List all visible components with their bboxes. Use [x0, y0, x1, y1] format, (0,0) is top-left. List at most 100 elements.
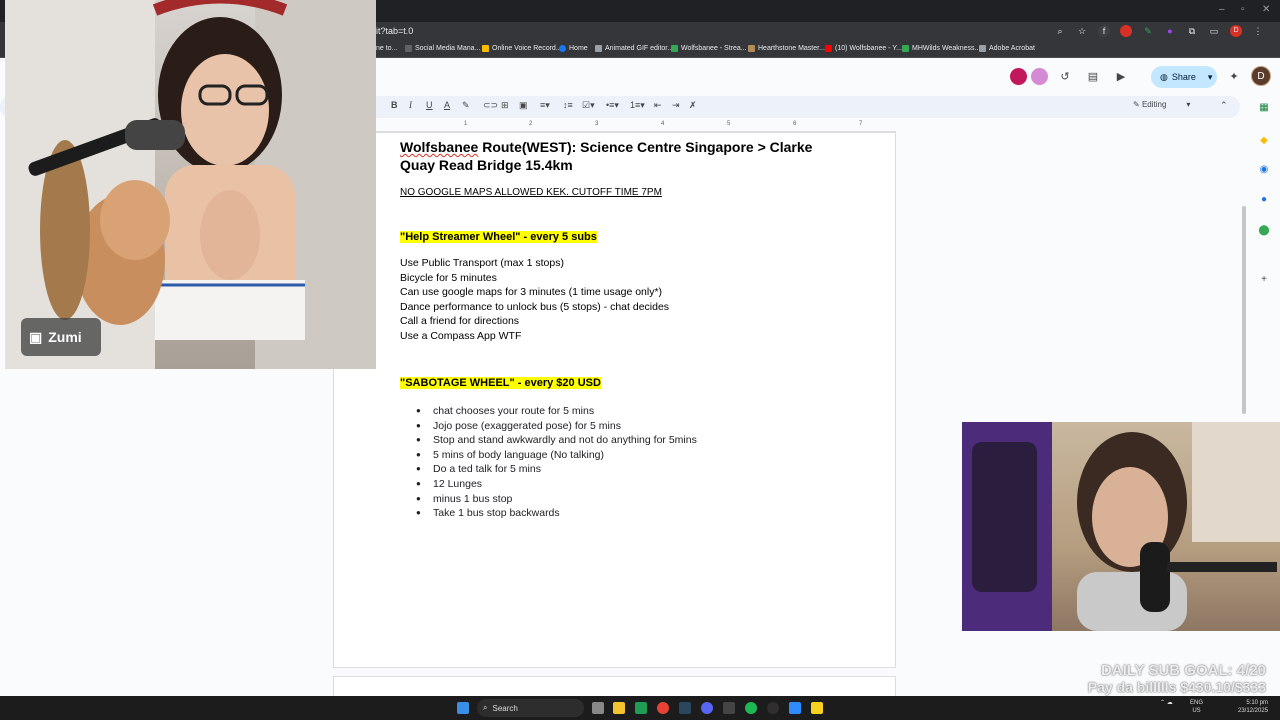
insert-image-icon[interactable]: ▣ [519, 100, 528, 111]
doc-title-line2: Quay Read Bridge 15.4km [400, 157, 573, 173]
sidebar-icon[interactable]: ▭ [1208, 25, 1220, 37]
steam-icon[interactable] [679, 702, 691, 714]
list-item: Take 1 bus stop backwards [416, 506, 697, 521]
discord-icon[interactable] [701, 702, 713, 714]
sticky-notes-icon[interactable] [811, 702, 823, 714]
title-word: Wolfsbanee [400, 139, 479, 155]
scrollbar[interactable] [1242, 206, 1246, 414]
clear-formatting-icon[interactable]: ✗ [689, 100, 697, 111]
help-option: Call a friend for directions [400, 315, 520, 327]
editing-mode-button[interactable]: ✎ Editing ▾ [1133, 100, 1190, 109]
extension-icon[interactable]: f [1098, 25, 1110, 37]
meet-icon[interactable]: ▶ [1114, 70, 1128, 84]
language-indicator[interactable]: ENG US [1190, 699, 1203, 715]
bulleted-list-icon[interactable]: •≡▾ [606, 100, 619, 111]
increase-indent-icon[interactable]: ⇥ [672, 100, 680, 111]
webcam-secondary [962, 422, 1280, 631]
maps-icon[interactable]: ⬤ [1258, 225, 1270, 237]
list-item: Stop and stand awkwardly and not do anyt… [416, 433, 697, 448]
webcam-secondary-scene [962, 422, 1280, 631]
help-wheel-heading-text: "Help Streamer Wheel" - every 5 subs [400, 231, 597, 243]
close-icon[interactable]: ✕ [1262, 4, 1270, 15]
taskbar-search[interactable]: ⌕ Search [477, 699, 584, 717]
obs-icon[interactable] [767, 702, 779, 714]
bookmark-item[interactable]: Animated GIF editor... [595, 45, 673, 52]
avatar[interactable]: D [1251, 66, 1271, 86]
help-wheel-heading: "Help Streamer Wheel" - every 5 subs [400, 227, 597, 245]
spotify-icon[interactable] [745, 702, 757, 714]
list-item: Jojo pose (exaggerated pose) for 5 mins [416, 419, 697, 434]
maximize-icon[interactable]: ▫ [1241, 4, 1245, 15]
taskbar-clock[interactable]: 5:10 pm 23/12/2025 [1238, 699, 1268, 715]
webcam-main-scene [5, 0, 376, 369]
sheets-icon[interactable]: ▦ [1258, 102, 1270, 114]
add-icon[interactable]: + [1258, 274, 1270, 286]
system-tray[interactable]: ⌃ ☁ [1160, 699, 1173, 706]
add-comment-icon[interactable]: ⊞ [501, 100, 509, 111]
chevron-down-icon: ▾ [1186, 100, 1191, 109]
bookmark-item[interactable]: (10) Wolfsbanee - Y... [825, 45, 902, 52]
url-text[interactable]: it?tab=t.0 [376, 26, 413, 36]
list-item: Do a ted talk for 5 mins [416, 462, 697, 477]
link-icon[interactable]: ⊂⊃ [483, 100, 498, 111]
webcam-main: ▣ Zumi [5, 0, 376, 369]
capcut-icon[interactable] [723, 702, 735, 714]
extension-icon[interactable] [1120, 25, 1132, 37]
bookmark-item[interactable]: Wolfsbanee - Strea... [671, 45, 747, 52]
align-icon[interactable]: ≡▾ [540, 100, 550, 111]
collaborator-avatar[interactable] [1031, 68, 1048, 85]
search-icon: ⌕ [483, 703, 488, 712]
bookmark-item[interactable]: Social Media Mana... [405, 45, 480, 52]
bookmark-item[interactable]: MHWilds Weakness... [902, 45, 980, 52]
ruler[interactable]: 1 2 3 4 5 6 7 [376, 120, 896, 132]
underline-icon[interactable]: U [426, 100, 433, 110]
bookmark-item[interactable]: Adobe Acrobat [979, 45, 1035, 52]
bookmark-item[interactable]: Hearthstone Master... [748, 45, 825, 52]
sabotage-wheel-heading-text: "SABOTAGE WHEEL" - every $20 USD [400, 377, 601, 389]
bold-icon[interactable]: B [391, 100, 398, 110]
chevron-up-icon[interactable]: ⌃ [1220, 100, 1228, 111]
document-page[interactable] [333, 132, 896, 668]
zoom-app-icon[interactable] [789, 702, 801, 714]
profile-icon[interactable]: D [1230, 25, 1242, 37]
star-icon[interactable]: ☆ [1076, 25, 1088, 37]
menu-icon[interactable]: ⋮ [1252, 25, 1264, 37]
history-icon[interactable]: ↺ [1058, 70, 1072, 84]
keep-icon[interactable]: ◆ [1258, 135, 1270, 147]
numbered-list-icon[interactable]: 1≡▾ [630, 100, 645, 111]
contacts-icon[interactable]: ● [1258, 194, 1270, 206]
line-spacing-icon[interactable]: ↕≡ [563, 100, 573, 110]
help-option: Use a Compass App WTF [400, 330, 522, 342]
text-color-icon[interactable]: A [444, 100, 450, 110]
ruler-number: 7 [859, 121, 863, 127]
bookmark-item[interactable]: ne to... [376, 45, 397, 52]
bookmark-item[interactable]: Home [559, 45, 588, 52]
file-explorer-icon[interactable] [613, 702, 625, 714]
highlight-icon[interactable]: ✎ [462, 100, 470, 111]
clock-date: 23/12/2025 [1238, 708, 1269, 714]
ruler-number: 2 [529, 121, 533, 127]
tasks-icon[interactable]: ◉ [1258, 164, 1270, 176]
sheets-app-icon[interactable] [635, 702, 647, 714]
daily-sub-goal: DAILY SUB GOAL: 4/20 [1100, 662, 1266, 679]
bookmark-item[interactable]: Online Voice Record... [482, 45, 562, 52]
language-code: ENG [1190, 700, 1204, 706]
start-icon[interactable] [457, 702, 469, 714]
decrease-indent-icon[interactable]: ⇤ [654, 100, 662, 111]
doc-title-line1: Wolfsbanee Route(WEST): Science Centre S… [400, 139, 812, 155]
italic-icon[interactable]: I [409, 100, 412, 110]
gemini-icon[interactable]: ✦ [1227, 70, 1241, 84]
chrome-icon[interactable] [657, 702, 669, 714]
checklist-icon[interactable]: ☑▾ [582, 100, 595, 111]
minimize-icon[interactable]: – [1219, 4, 1225, 15]
task-view-icon[interactable] [592, 702, 604, 714]
extension-icon[interactable]: ● [1164, 25, 1176, 37]
collaborator-avatar[interactable] [1010, 68, 1027, 85]
globe-icon: ◍ [1160, 71, 1168, 82]
comment-icon[interactable]: ▤ [1086, 70, 1100, 84]
zoom-icon[interactable]: ⌕ [1054, 25, 1066, 37]
chevron-down-icon[interactable]: ▾ [1208, 72, 1213, 83]
extension-icon[interactable]: ✎ [1142, 25, 1154, 37]
puzzle-icon[interactable]: ⧉ [1186, 25, 1198, 37]
share-button[interactable]: ◍ Share ▾ [1151, 66, 1217, 88]
